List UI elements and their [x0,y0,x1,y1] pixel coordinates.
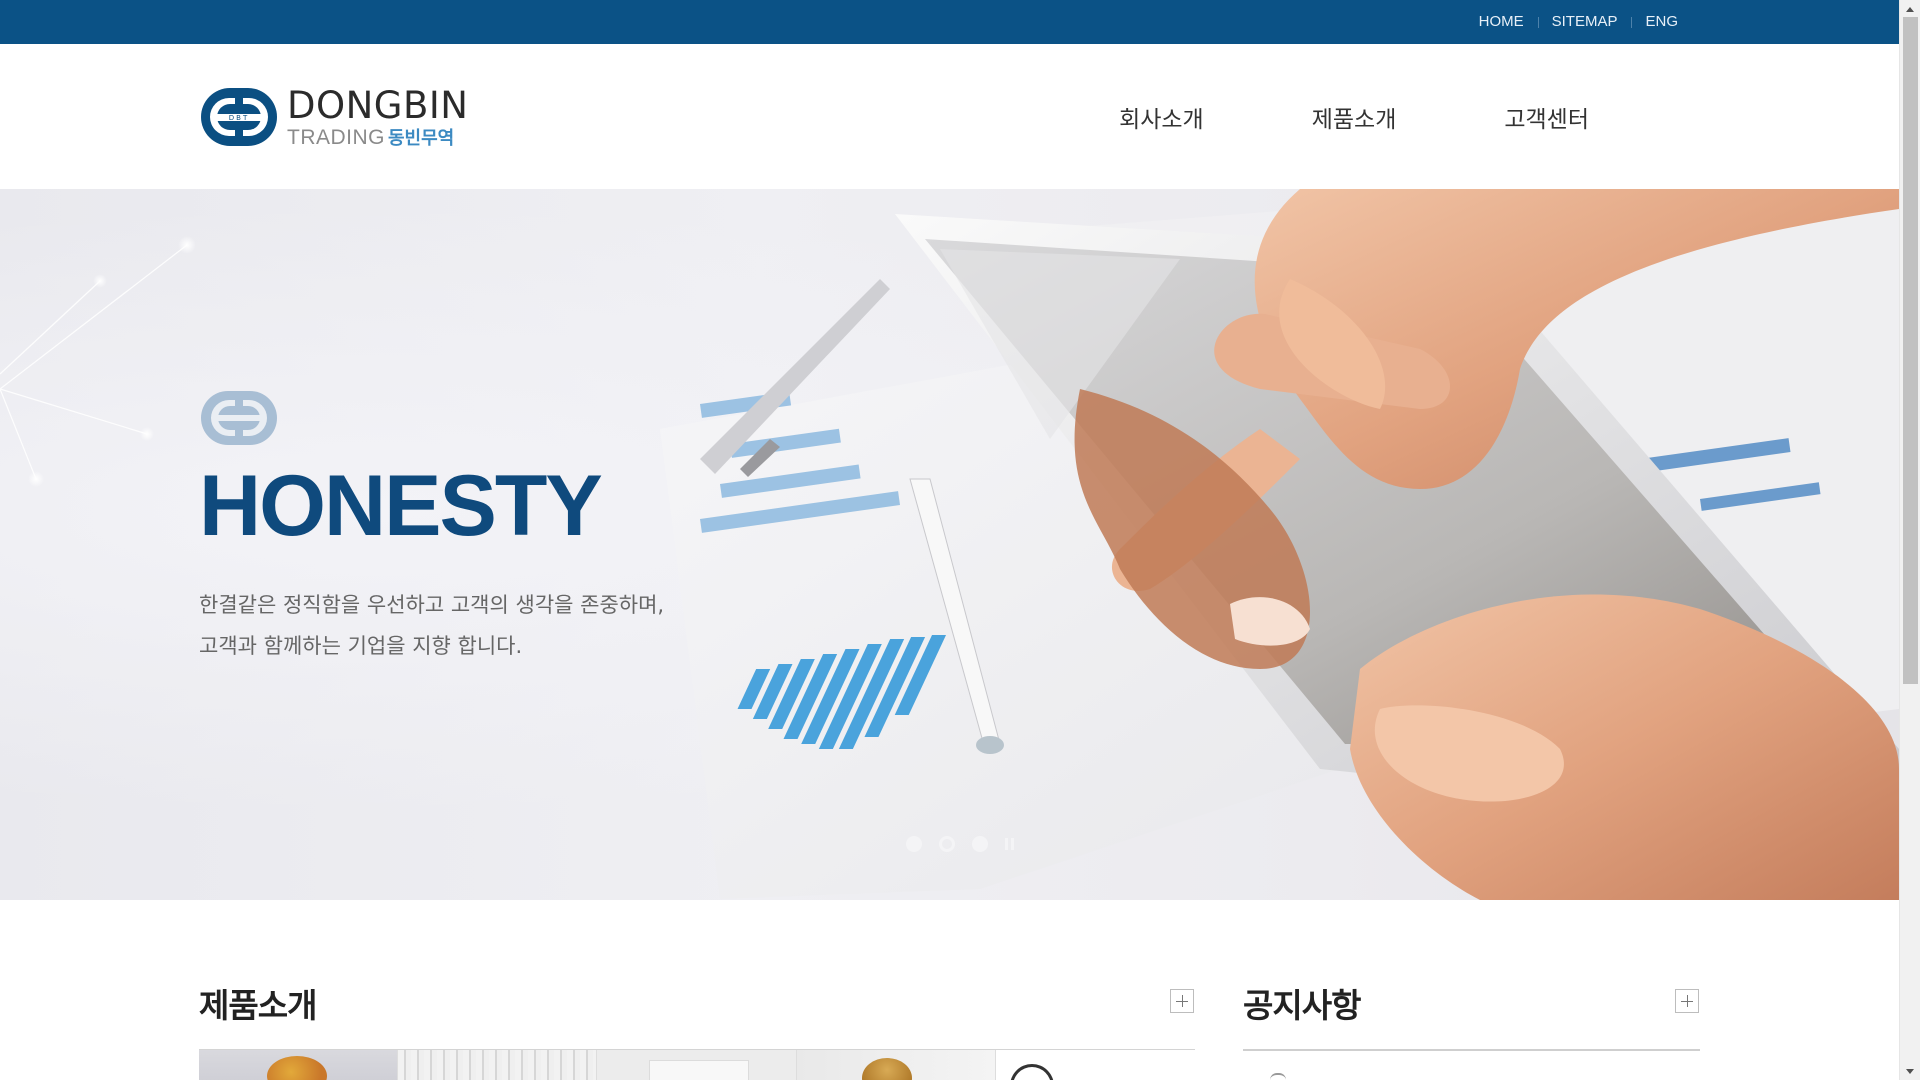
logo-sub-en: TRADING [287,125,385,149]
scrollbar-thumb[interactable] [1903,17,1918,684]
utility-nav: HOME SITEMAP ENG [1465,0,1678,44]
utility-bar: HOME SITEMAP ENG [0,0,1899,44]
hero-description: 한결같은 정직함을 우선하고 고객의 생각을 존중하며, 고객과 함께하는 기업… [199,585,664,667]
hero-description-line: 고객과 함께하는 기업을 지향 합니다. [199,634,523,658]
notice-item-peek [1270,1073,1286,1080]
notices-section-title: 공지사항 [1243,986,1361,1025]
utility-link-home[interactable]: HOME [1465,0,1538,44]
main-nav-company[interactable]: 회사소개 [1119,100,1204,134]
slider-dot-2[interactable] [939,836,955,852]
products-section-title: 제품소개 [199,986,317,1025]
utility-link-sitemap[interactable]: SITEMAP [1537,0,1632,44]
product-thumb[interactable] [995,1050,1195,1080]
scroll-down-arrow-icon[interactable] [1900,1063,1920,1080]
product-thumbnails [199,1049,1195,1080]
main-nav-support[interactable]: 고객센터 [1504,100,1589,134]
slider-pager [906,836,1014,852]
pause-icon[interactable] [1005,838,1014,850]
hero-description-line: 한결같은 정직함을 우선하고 고객의 생각을 존중하며, [199,593,665,617]
site-logo[interactable]: DBT DONGBIN TRADING 동빈무역 [199,86,468,148]
notices-divider [1243,1049,1700,1051]
page-scrollbar[interactable] [1899,0,1920,1080]
logo-wordmark: DONGBIN TRADING 동빈무역 [287,87,468,148]
logo-sub-ko: 동빈무역 [388,127,455,149]
hero-copy: HONESTY 한결같은 정직함을 우선하고 고객의 생각을 존중하며, 고객과… [199,389,664,667]
product-thumb[interactable] [597,1050,797,1080]
site-header: DBT DONGBIN TRADING 동빈무역 회사소개 제품소개 고객센터 [0,44,1899,189]
main-nav: 회사소개 제품소개 고객센터 [1119,44,1589,189]
product-thumb[interactable] [796,1050,996,1080]
hero-title: HONESTY [199,458,603,554]
scroll-up-arrow-icon[interactable] [1900,0,1920,17]
products-more-plus-icon[interactable] [1170,989,1194,1013]
product-thumb[interactable] [398,1050,598,1080]
utility-link-eng[interactable]: ENG [1631,0,1678,44]
logo-emblem-icon: DBT [201,88,277,146]
product-thumb[interactable] [199,1050,399,1080]
main-nav-products[interactable]: 제품소개 [1312,100,1397,134]
logo-name: DONGBIN [287,83,469,127]
notices-more-plus-icon[interactable] [1675,989,1699,1013]
hero-slider: HONESTY 한결같은 정직함을 우선하고 고객의 생각을 존중하며, 고객과… [0,189,1899,900]
slider-dot-3[interactable] [972,836,988,852]
slider-dot-1[interactable] [906,836,922,852]
brand-emblem-icon [201,391,277,445]
logo-mark-text: DBT [229,114,249,122]
logo-subline: TRADING 동빈무역 [287,127,468,148]
